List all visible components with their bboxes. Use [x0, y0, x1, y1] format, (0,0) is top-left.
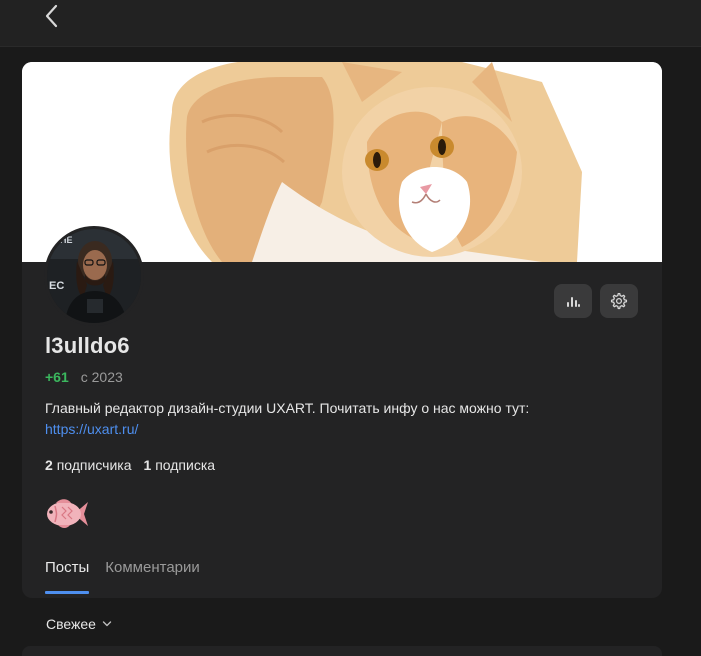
tab-comments[interactable]: Комментарии — [105, 559, 199, 592]
feed-card-edge — [22, 646, 662, 656]
followers-label: подписчика — [56, 457, 132, 473]
profile-tabs: Посты Комментарии — [45, 559, 200, 594]
follow-stats: 2 подписчика 1 подписка — [45, 457, 215, 473]
avatar[interactable]: ОНЕ EC — [44, 226, 144, 326]
top-bar — [0, 0, 701, 47]
profile-meta: +61 с 2023 — [45, 369, 123, 385]
following-count: 1 — [143, 457, 152, 473]
followers-count: 2 — [45, 457, 53, 473]
profile-card: ОНЕ EC l3ulldo6 +61 с 2023 Главный редак… — [22, 62, 662, 598]
stats-button[interactable] — [554, 284, 592, 318]
gear-icon — [610, 292, 628, 310]
chevron-left-icon — [45, 4, 58, 28]
username: l3ulldo6 — [45, 333, 130, 358]
karma-score[interactable]: +61 — [45, 369, 69, 385]
sort-dropdown[interactable]: Свежее — [46, 616, 112, 632]
avatar-photo: ОНЕ EC — [47, 229, 141, 323]
bio-link[interactable]: https://uxart.ru/ — [45, 421, 138, 437]
svg-text:EC: EC — [49, 280, 64, 292]
following-link[interactable]: 1 подписка — [144, 457, 216, 473]
member-since: с 2023 — [80, 369, 123, 385]
bar-chart-icon — [567, 297, 580, 307]
achievement-badge[interactable] — [44, 494, 90, 534]
fish-icon — [47, 499, 88, 528]
followers-link[interactable]: 2 подписчика — [45, 457, 132, 473]
sort-label: Свежее — [46, 616, 96, 632]
following-label: подписка — [155, 457, 216, 473]
settings-button[interactable] — [600, 284, 638, 318]
back-button[interactable] — [38, 2, 66, 30]
chevron-down-icon — [102, 621, 112, 627]
profile-bio: Главный редактор дизайн-студии UXART. По… — [45, 398, 625, 440]
tab-posts[interactable]: Посты — [45, 559, 90, 594]
bio-text: Главный редактор дизайн-студии UXART. По… — [45, 400, 530, 416]
